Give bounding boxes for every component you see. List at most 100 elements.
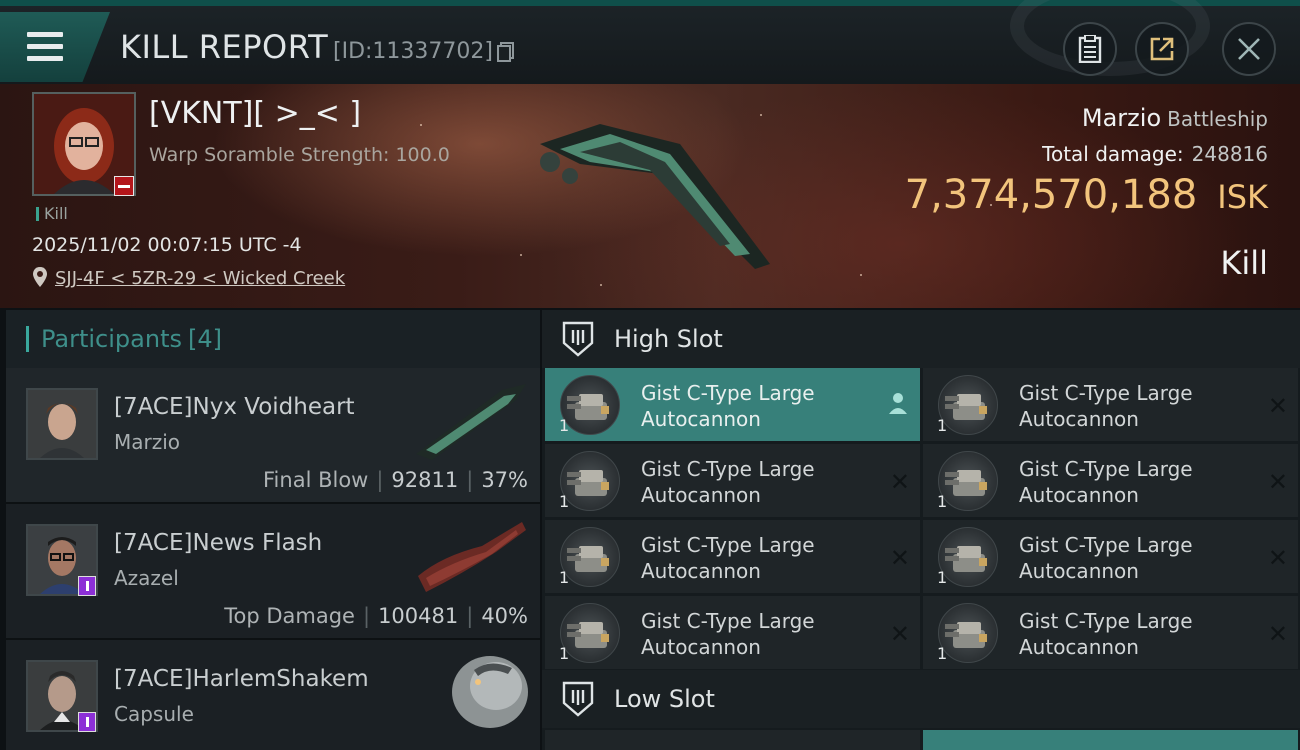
module-quantity: 1 [937, 416, 948, 435]
participant-avatar[interactable] [26, 388, 98, 460]
participant-percent: 37% [481, 468, 528, 492]
module-name: Gist C-Type Large Autocannon [1019, 380, 1259, 432]
destroyed-x-icon: ✕ [889, 544, 910, 572]
module-name-line1: Gist C-Type Large [641, 457, 815, 481]
total-damage: Total damage: 248816 [1042, 142, 1268, 166]
isk-value-line: 7,374,570,188 ISK [905, 172, 1268, 218]
victim-ship-image [540, 124, 770, 269]
destroyed-x-icon: ✕ [889, 468, 910, 496]
participant-name[interactable]: [7ACE]HarlemShakem [114, 666, 369, 692]
module-name-line1: Gist C-Type Large [1019, 609, 1193, 633]
participant-ship-image [418, 522, 526, 592]
participant-ship: Capsule [114, 702, 194, 726]
participant-ship: Azazel [114, 566, 179, 590]
participants-count: [4] [187, 325, 222, 353]
module-slot[interactable]: 1 Gist C-Type Large Autocannon ✕ [923, 596, 1298, 669]
destroyed-x-icon: ✕ [889, 620, 910, 648]
clipboard-icon [1078, 35, 1102, 63]
participant-name[interactable]: [7ACE]News Flash [114, 530, 322, 556]
kill-datetime: 2025/11/02 00:07:15 UTC -4 [32, 234, 302, 256]
module-name: Gist C-Type Large Autocannon [641, 608, 881, 660]
location-link[interactable]: SJJ-4F < 5ZR-29 < Wicked Creek [55, 268, 345, 289]
security-status-badge [114, 176, 134, 196]
isk-unit: ISK [1217, 178, 1268, 216]
module-name: Gist C-Type Large Autocannon [641, 532, 881, 584]
module-slot[interactable]: 1 Gist C-Type Large Autocannon [545, 368, 920, 441]
module-quantity: 1 [937, 644, 948, 663]
total-damage-value: 248816 [1191, 142, 1268, 166]
share-button[interactable] [1135, 22, 1189, 76]
participants-panel: Participants [4] [7ACE]Nyx Voidheart Mar… [6, 310, 540, 750]
module-name: Gist C-Type Large Autocannon [1019, 456, 1259, 508]
participants-header: Participants [4] [6, 310, 540, 368]
participant-row[interactable]: [7ACE]Nyx Voidheart Marzio Final Blow | 92… [6, 368, 540, 504]
module-slot[interactable]: 1 Gist C-Type Large Autocannon ✕ [923, 520, 1298, 593]
victim-ship-name[interactable]: Marzio [1082, 104, 1161, 132]
low-slot-module[interactable] [923, 730, 1298, 750]
copy-icon[interactable] [497, 42, 515, 62]
module-slot[interactable]: 1 Gist C-Type Large Autocannon ✕ [545, 596, 920, 669]
participant-row[interactable]: [7ACE]HarlemShakem Capsule [6, 640, 540, 750]
victim-ship-class: Battleship [1167, 107, 1268, 131]
module-name: Gist C-Type Large Autocannon [1019, 608, 1259, 660]
module-name-line2: Autocannon [1019, 407, 1139, 431]
module-slot[interactable]: 1 Gist C-Type Large Autocannon ✕ [545, 444, 920, 517]
isk-value: 7,374,570,188 [904, 172, 1198, 218]
participant-damage: 92811 [391, 468, 459, 492]
corp-badge [78, 712, 96, 732]
module-name-line2: Autocannon [1019, 483, 1139, 507]
module-name: Gist C-Type Large Autocannon [641, 456, 881, 508]
hamburger-menu-icon [27, 32, 63, 62]
module-name-line2: Autocannon [641, 407, 761, 431]
participant-name[interactable]: [7ACE]Nyx Voidheart [114, 394, 355, 420]
kill-tag: Kill [36, 204, 68, 223]
destroyed-x-icon: ✕ [1267, 620, 1288, 648]
victim-name[interactable]: [VKNT][ >_< ] [149, 96, 361, 131]
module-name: Gist C-Type Large Autocannon [641, 380, 881, 432]
result-label: Kill [1220, 244, 1268, 282]
participant-ship-image [452, 656, 528, 728]
participant-stats: Final Blow | 92811 | 37% [263, 468, 528, 492]
header-bar: KILL REPORT [ID:11337702] [0, 0, 1300, 84]
destroyed-x-icon: ✕ [1267, 544, 1288, 572]
module-name-line1: Gist C-Type Large [641, 533, 815, 557]
total-damage-label: Total damage: [1042, 142, 1184, 166]
close-button[interactable] [1222, 22, 1276, 76]
module-quantity: 1 [559, 416, 570, 435]
participant-stat-label: Top Damage [224, 604, 355, 628]
module-slot[interactable]: 1 Gist C-Type Large Autocannon ✕ [923, 368, 1298, 441]
clipboard-button[interactable] [1063, 22, 1117, 76]
victim-ship-line: Marzio Battleship [1082, 104, 1268, 132]
location-pin-icon [33, 267, 47, 287]
victim-banner: [VKNT][ >_< ] Warp Soramble Strength: 10… [0, 84, 1300, 308]
low-slot-title: Low Slot [614, 685, 715, 713]
module-name-line1: Gist C-Type Large [1019, 381, 1193, 405]
module-name-line1: Gist C-Type Large [641, 381, 815, 405]
low-slot-module[interactable] [545, 730, 920, 750]
menu-button[interactable] [0, 12, 110, 82]
module-quantity: 1 [559, 644, 570, 663]
module-name-line2: Autocannon [1019, 635, 1139, 659]
module-slot[interactable]: 1 Gist C-Type Large Autocannon ✕ [923, 444, 1298, 517]
module-name-line2: Autocannon [1019, 559, 1139, 583]
participant-ship: Marzio [114, 430, 181, 454]
participant-row[interactable]: [7ACE]News Flash Azazel Top Damage | 10048… [6, 504, 540, 640]
low-slot-icon [562, 681, 594, 717]
corp-badge [78, 576, 96, 596]
destroyed-x-icon: ✕ [1267, 392, 1288, 420]
warp-scramble-strength: Warp Soramble Strength: 100.0 [149, 144, 450, 166]
share-icon [1150, 37, 1174, 61]
participant-stat-label: Final Blow [263, 468, 369, 492]
module-name-line2: Autocannon [641, 635, 761, 659]
high-slot-title: High Slot [614, 325, 723, 353]
participant-percent: 40% [481, 604, 528, 628]
module-slot[interactable]: 1 Gist C-Type Large Autocannon ✕ [545, 520, 920, 593]
module-quantity: 1 [559, 492, 570, 511]
high-slot-grid: 1 Gist C-Type Large Autocannon 1 Gist C-Type… [542, 368, 1300, 669]
high-slot-header: High Slot [542, 310, 1300, 368]
participant-damage: 100481 [378, 604, 459, 628]
module-quantity: 1 [937, 492, 948, 511]
report-id: [ID:11337702] [333, 39, 493, 64]
module-name-line2: Autocannon [641, 483, 761, 507]
person-icon [889, 393, 907, 414]
